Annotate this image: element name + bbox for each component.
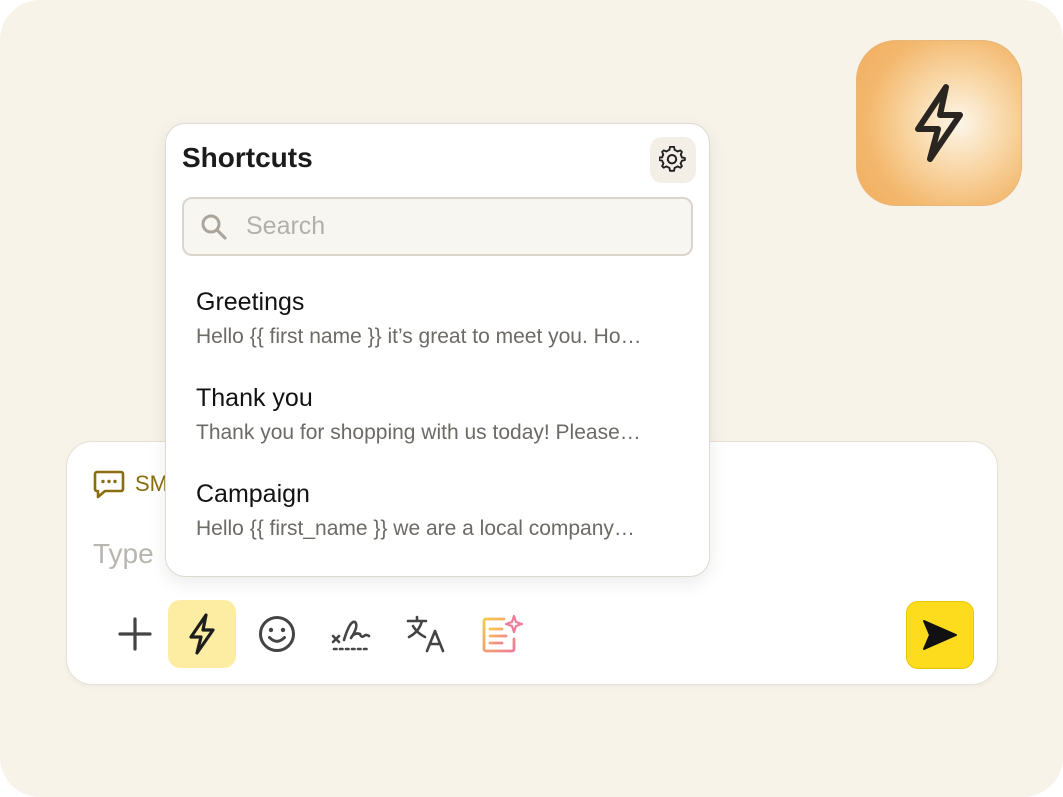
shortcut-settings-button[interactable] bbox=[650, 137, 696, 183]
message-input[interactable]: Type bbox=[93, 538, 154, 570]
search-box bbox=[182, 197, 693, 256]
signature-button[interactable] bbox=[318, 600, 386, 668]
emoji-button[interactable] bbox=[243, 600, 311, 668]
shortcut-title: Greetings bbox=[196, 288, 305, 316]
shortcut-title: Thank you bbox=[196, 384, 313, 412]
plus-icon bbox=[118, 617, 152, 651]
composer-toolbar bbox=[101, 600, 971, 668]
shortcut-preview: Hello {{ first_name }} we are a local co… bbox=[196, 517, 635, 540]
popup-title: Shortcuts bbox=[182, 142, 313, 173]
emoji-icon bbox=[259, 616, 295, 652]
search-input[interactable] bbox=[244, 211, 668, 242]
shortcuts-button[interactable] bbox=[168, 600, 236, 668]
shortcut-item-campaign[interactable]: Campaign Hello {{ first_name }} we are a… bbox=[196, 480, 686, 541]
shortcut-item-thank-you[interactable]: Thank you Thank you for shopping with us… bbox=[196, 384, 686, 445]
shortcuts-popup: Shortcuts Greetings Hello {{ first name … bbox=[165, 123, 710, 577]
add-button[interactable] bbox=[101, 600, 169, 668]
message-icon bbox=[93, 470, 125, 499]
translate-icon bbox=[406, 615, 445, 653]
send-icon bbox=[923, 620, 957, 650]
send-button[interactable] bbox=[906, 601, 974, 669]
app-icon bbox=[856, 40, 1022, 206]
shortcut-preview: Thank you for shopping with us today! Pl… bbox=[196, 421, 641, 444]
lightning-bolt-icon bbox=[189, 613, 215, 655]
translate-button[interactable] bbox=[393, 600, 461, 668]
shortcut-item-greetings[interactable]: Greetings Hello {{ first name }} it’s gr… bbox=[196, 288, 686, 349]
signature-icon bbox=[331, 620, 372, 651]
ai-compose-button[interactable] bbox=[468, 600, 536, 668]
gear-icon bbox=[659, 146, 686, 172]
ai-sparkle-icon bbox=[482, 614, 524, 653]
lightning-bolt-icon bbox=[915, 84, 963, 162]
shortcut-preview: Hello {{ first name }} it’s great to mee… bbox=[196, 325, 642, 348]
search-icon bbox=[200, 213, 228, 241]
background-canvas: SMS Type Shortcuts Search Greetings Hell… bbox=[0, 0, 1063, 797]
shortcut-title: Campaign bbox=[196, 480, 310, 508]
